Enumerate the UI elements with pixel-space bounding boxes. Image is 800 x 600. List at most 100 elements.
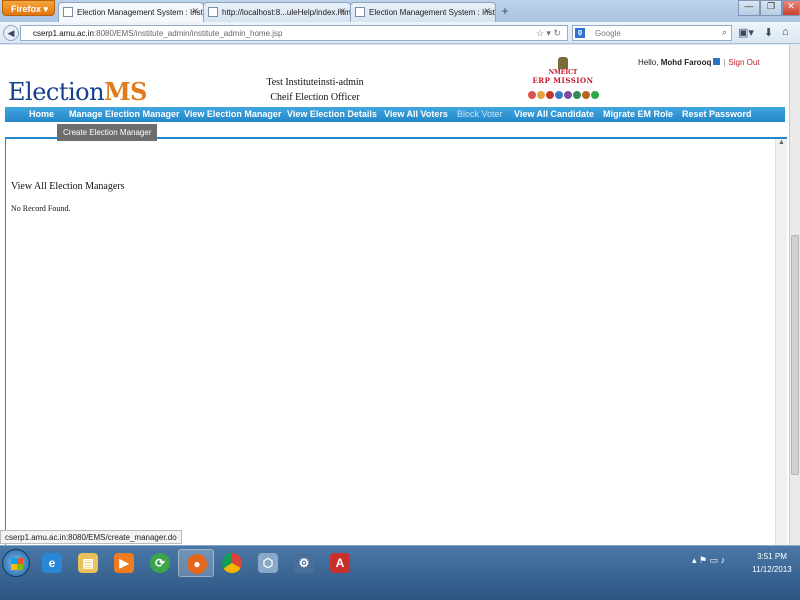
page-scrollbar[interactable] — [789, 45, 800, 545]
restore-button[interactable]: ❐ — [760, 0, 782, 16]
search-input[interactable]: g Google ⌕ — [572, 25, 732, 41]
system-tray: ▴ ⚑ ▭ ♪ — [692, 555, 725, 566]
content-panel: View All Election Managers No Record Fou… — [5, 137, 787, 551]
windows-logo-icon — [11, 558, 23, 570]
submenu-create-election-manager[interactable]: Create Election Manager — [57, 124, 157, 141]
tab-label: http://localhost:8...uleHelp/index.html — [222, 8, 351, 17]
volume-icon[interactable]: ♪ — [721, 555, 726, 565]
cube-icon: ⬡ — [258, 553, 278, 573]
firefox-menu-button[interactable]: Firefox ▾ — [2, 0, 55, 16]
clock-time: 3:51 PM — [757, 552, 787, 561]
taskbar-virtualbox[interactable]: ⬡ — [250, 549, 286, 577]
menu-block-voter[interactable]: Block Voter — [457, 109, 503, 119]
menu-view-all-candidate[interactable]: View All Candidate — [514, 109, 594, 119]
tab-label: Election Management System : Instit... — [369, 8, 496, 17]
scroll-up-icon[interactable]: ▲ — [776, 139, 787, 146]
pdf-icon: A — [330, 553, 350, 573]
firefox-icon: ● — [187, 554, 207, 574]
app-logo: ElectionMS — [8, 77, 147, 106]
menu-reset-password[interactable]: Reset Password — [682, 109, 752, 119]
home-icon[interactable]: ⌂ — [782, 26, 789, 38]
start-button[interactable] — [2, 549, 30, 577]
flag-icon[interactable]: ⚑ — [699, 555, 707, 565]
taskbar-media[interactable]: ▶ — [106, 549, 142, 577]
menu-migrate-em-role[interactable]: Migrate EM Role — [603, 109, 673, 119]
media-player-icon: ▶ — [114, 553, 134, 573]
close-icon[interactable]: ✕ — [338, 6, 346, 17]
user-badge-icon — [713, 58, 721, 65]
download-icon[interactable]: ⬇ — [764, 26, 773, 39]
sync-icon: ⟳ — [150, 553, 170, 573]
sign-out-link[interactable]: Sign Out — [728, 58, 759, 67]
erp-mission-emblem: NMEICT ERP MISSION — [520, 57, 606, 103]
clock-date: 11/12/2013 — [752, 565, 792, 574]
tab-localhost[interactable]: http://localhost:8...uleHelp/index.html … — [203, 2, 351, 22]
browser-navbar: ◀ cserp1.amu.ac.in:8080/EMS/institute_ad… — [0, 22, 800, 44]
tab-label: Election Management System : Instit... — [77, 8, 204, 17]
institute-info: Test Instituteinsti-admin Cheif Election… — [240, 75, 390, 105]
main-menu: Home Manage Election Manager View Electi… — [5, 107, 785, 122]
no-records-message: No Record Found. — [11, 204, 71, 213]
user-greeting: Hello, Mohd Farooq | Sign Out — [638, 58, 760, 67]
address-bar[interactable]: cserp1.amu.ac.in:8080/EMS/institute_admi… — [20, 25, 568, 41]
partner-logo-icon — [581, 91, 590, 99]
taskbar-chrome[interactable] — [214, 549, 250, 577]
chrome-icon — [222, 553, 242, 573]
new-tab-button[interactable]: + — [496, 4, 514, 20]
partner-logo-icon — [554, 91, 563, 99]
minimize-button[interactable]: — — [738, 0, 760, 16]
close-window-button[interactable]: ✕ — [782, 0, 800, 16]
partner-logos — [520, 86, 606, 104]
browser-titlebar: Firefox ▾ Election Management System : I… — [0, 0, 800, 22]
menu-home[interactable]: Home — [29, 109, 54, 119]
web-page: Hello, Mohd Farooq | Sign Out ElectionMS T… — [0, 45, 800, 551]
menu-view-election-manager[interactable]: View Election Manager — [184, 109, 281, 119]
menu-view-all-voters[interactable]: View All Voters — [384, 109, 448, 119]
back-icon[interactable]: ◀ — [3, 25, 19, 41]
partner-logo-icon — [536, 91, 545, 99]
content-scrollbar[interactable]: ▲ — [775, 139, 787, 551]
search-icon[interactable]: ⌕ — [722, 27, 727, 38]
page-icon — [355, 7, 365, 17]
network-icon[interactable]: ▭ — [710, 555, 719, 565]
emblem-text-2: ERP MISSION — [532, 76, 594, 85]
menu-manage-election-manager[interactable]: Manage Election Manager — [69, 109, 180, 119]
tab-election-2[interactable]: Election Management System : Instit... ✕ — [350, 2, 496, 22]
close-icon[interactable]: ✕ — [191, 6, 199, 17]
gear-icon: ⚙ — [294, 553, 314, 573]
folder-icon: ▤ — [78, 553, 98, 573]
internet-explorer-icon: e — [42, 553, 62, 573]
scrollbar-thumb[interactable] — [791, 235, 799, 475]
bookmarks-icon[interactable]: ▣▾ — [738, 26, 754, 39]
url-path: :8080/EMS/institute_admin/institute_admi… — [93, 29, 283, 38]
taskbar-ie[interactable]: e — [34, 549, 70, 577]
url-host: cserp1.amu.ac.in — [33, 29, 94, 38]
tab-election-1[interactable]: Election Management System : Instit... ✕ — [58, 2, 204, 22]
taskbar-app-settings[interactable]: ⚙ — [286, 549, 322, 577]
taskbar-firefox[interactable]: ● — [178, 549, 214, 577]
user-name: Mohd Farooq — [660, 58, 712, 67]
taskbar-explorer[interactable]: ▤ — [70, 549, 106, 577]
menu-view-election-details[interactable]: View Election Details — [287, 109, 377, 119]
firefox-menu-label: Firefox — [11, 4, 42, 14]
taskbar-acrobat[interactable]: A — [322, 549, 358, 577]
separator: | — [723, 58, 726, 67]
system-clock[interactable]: 3:51 PM 11/12/2013 — [748, 550, 796, 576]
taskbar-app-green[interactable]: ⟳ — [142, 549, 178, 577]
logo-text-2: MS — [104, 77, 147, 106]
role-title: Cheif Election Officer — [270, 92, 360, 103]
bookmark-star-icon[interactable]: ☆ ▾ ↻ — [536, 28, 561, 39]
partner-logo-icon — [527, 91, 536, 99]
search-placeholder: Google — [595, 29, 621, 38]
show-hidden-icons[interactable]: ▴ — [692, 555, 697, 565]
institute-name: Test Instituteinsti-admin — [266, 77, 364, 88]
page-icon — [208, 7, 218, 17]
page-icon — [63, 7, 73, 17]
close-icon[interactable]: ✕ — [483, 6, 491, 17]
national-emblem-icon — [558, 57, 568, 69]
partner-logo-icon — [545, 91, 554, 99]
status-bar-url: cserp1.amu.ac.in:8080/EMS/create_manager… — [0, 530, 182, 544]
emblem-text-1: NMEICT — [548, 69, 578, 76]
partner-logo-icon — [590, 91, 599, 99]
content-title: View All Election Managers — [11, 181, 125, 192]
